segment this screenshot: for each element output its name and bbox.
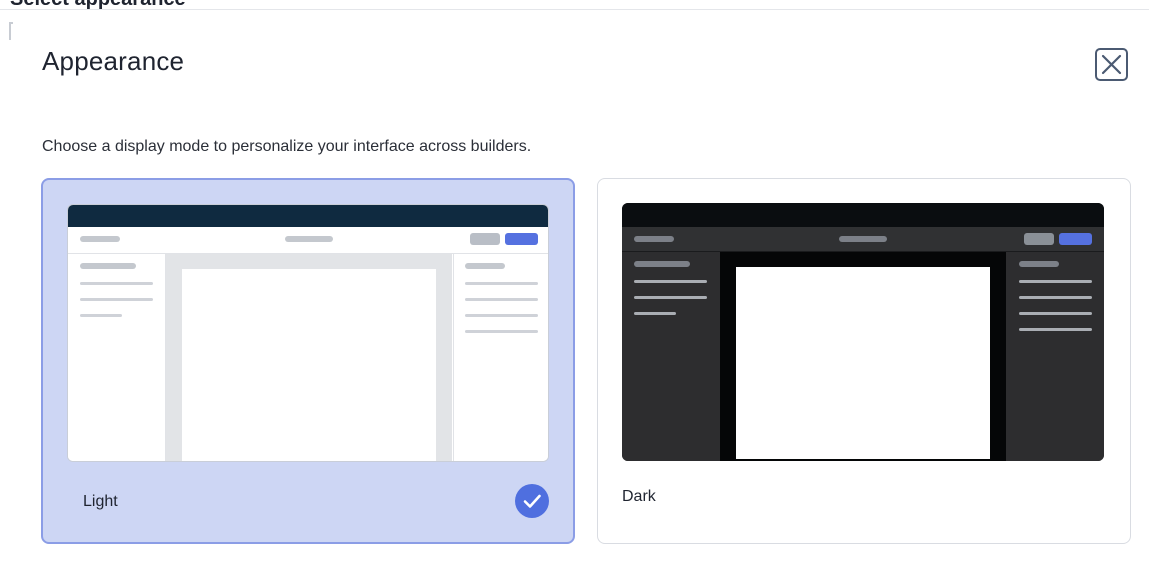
preview-toolbar-button-grey	[1024, 233, 1054, 245]
preview-toolbar-button-blue	[1059, 233, 1092, 245]
preview-left-line	[634, 280, 707, 283]
preview-toolbar-pill-left	[634, 236, 674, 242]
preview-right-heading	[465, 263, 505, 269]
preview-left-panel	[68, 254, 166, 461]
preview-right-line	[1019, 328, 1092, 331]
dark-option-label: Dark	[622, 488, 656, 505]
modal-description: Choose a display mode to personalize you…	[42, 138, 532, 155]
preview-right-line	[465, 298, 538, 301]
light-option-label: Light	[83, 493, 118, 510]
dark-mode-option[interactable]: Dark	[597, 178, 1131, 544]
close-icon	[1101, 54, 1122, 75]
preview-left-line	[634, 312, 676, 315]
preview-left-panel	[622, 252, 719, 461]
preview-right-panel	[1007, 252, 1104, 461]
modal-title: Appearance	[42, 46, 185, 76]
preview-right-line	[465, 330, 538, 333]
preview-toolbar-pill-center	[285, 236, 333, 242]
preview-right-line	[465, 282, 538, 285]
preview-right-heading	[1019, 261, 1059, 267]
appearance-modal: Select appearance Appearance Choose a di…	[0, 0, 1149, 568]
preview-toolbar-button-grey	[470, 233, 500, 245]
background-page-header: Select appearance	[0, 0, 1149, 10]
preview-right-line	[1019, 296, 1092, 299]
light-mode-option[interactable]: Light	[41, 178, 575, 544]
preview-left-line	[634, 296, 707, 299]
preview-left-heading	[634, 261, 690, 267]
preview-right-panel	[453, 254, 548, 461]
background-page-title: Select appearance	[10, 0, 186, 9]
preview-left-heading	[80, 263, 136, 269]
modal-corner	[9, 22, 13, 40]
preview-header-bar	[622, 203, 1104, 227]
checkmark-icon	[515, 484, 549, 518]
preview-left-line	[80, 298, 153, 301]
preview-header-bar	[68, 205, 548, 227]
dark-mode-preview	[622, 203, 1104, 461]
preview-right-line	[1019, 312, 1092, 315]
preview-toolbar-pill-left	[80, 236, 120, 242]
preview-canvas-page	[736, 267, 990, 459]
preview-right-line	[1019, 280, 1092, 283]
light-mode-preview	[67, 204, 549, 462]
preview-canvas-page	[182, 269, 436, 461]
preview-toolbar-button-blue	[505, 233, 538, 245]
preview-right-line	[465, 314, 538, 317]
close-button[interactable]	[1095, 48, 1128, 81]
preview-left-line	[80, 314, 122, 317]
preview-left-line	[80, 282, 153, 285]
preview-toolbar-pill-center	[839, 236, 887, 242]
